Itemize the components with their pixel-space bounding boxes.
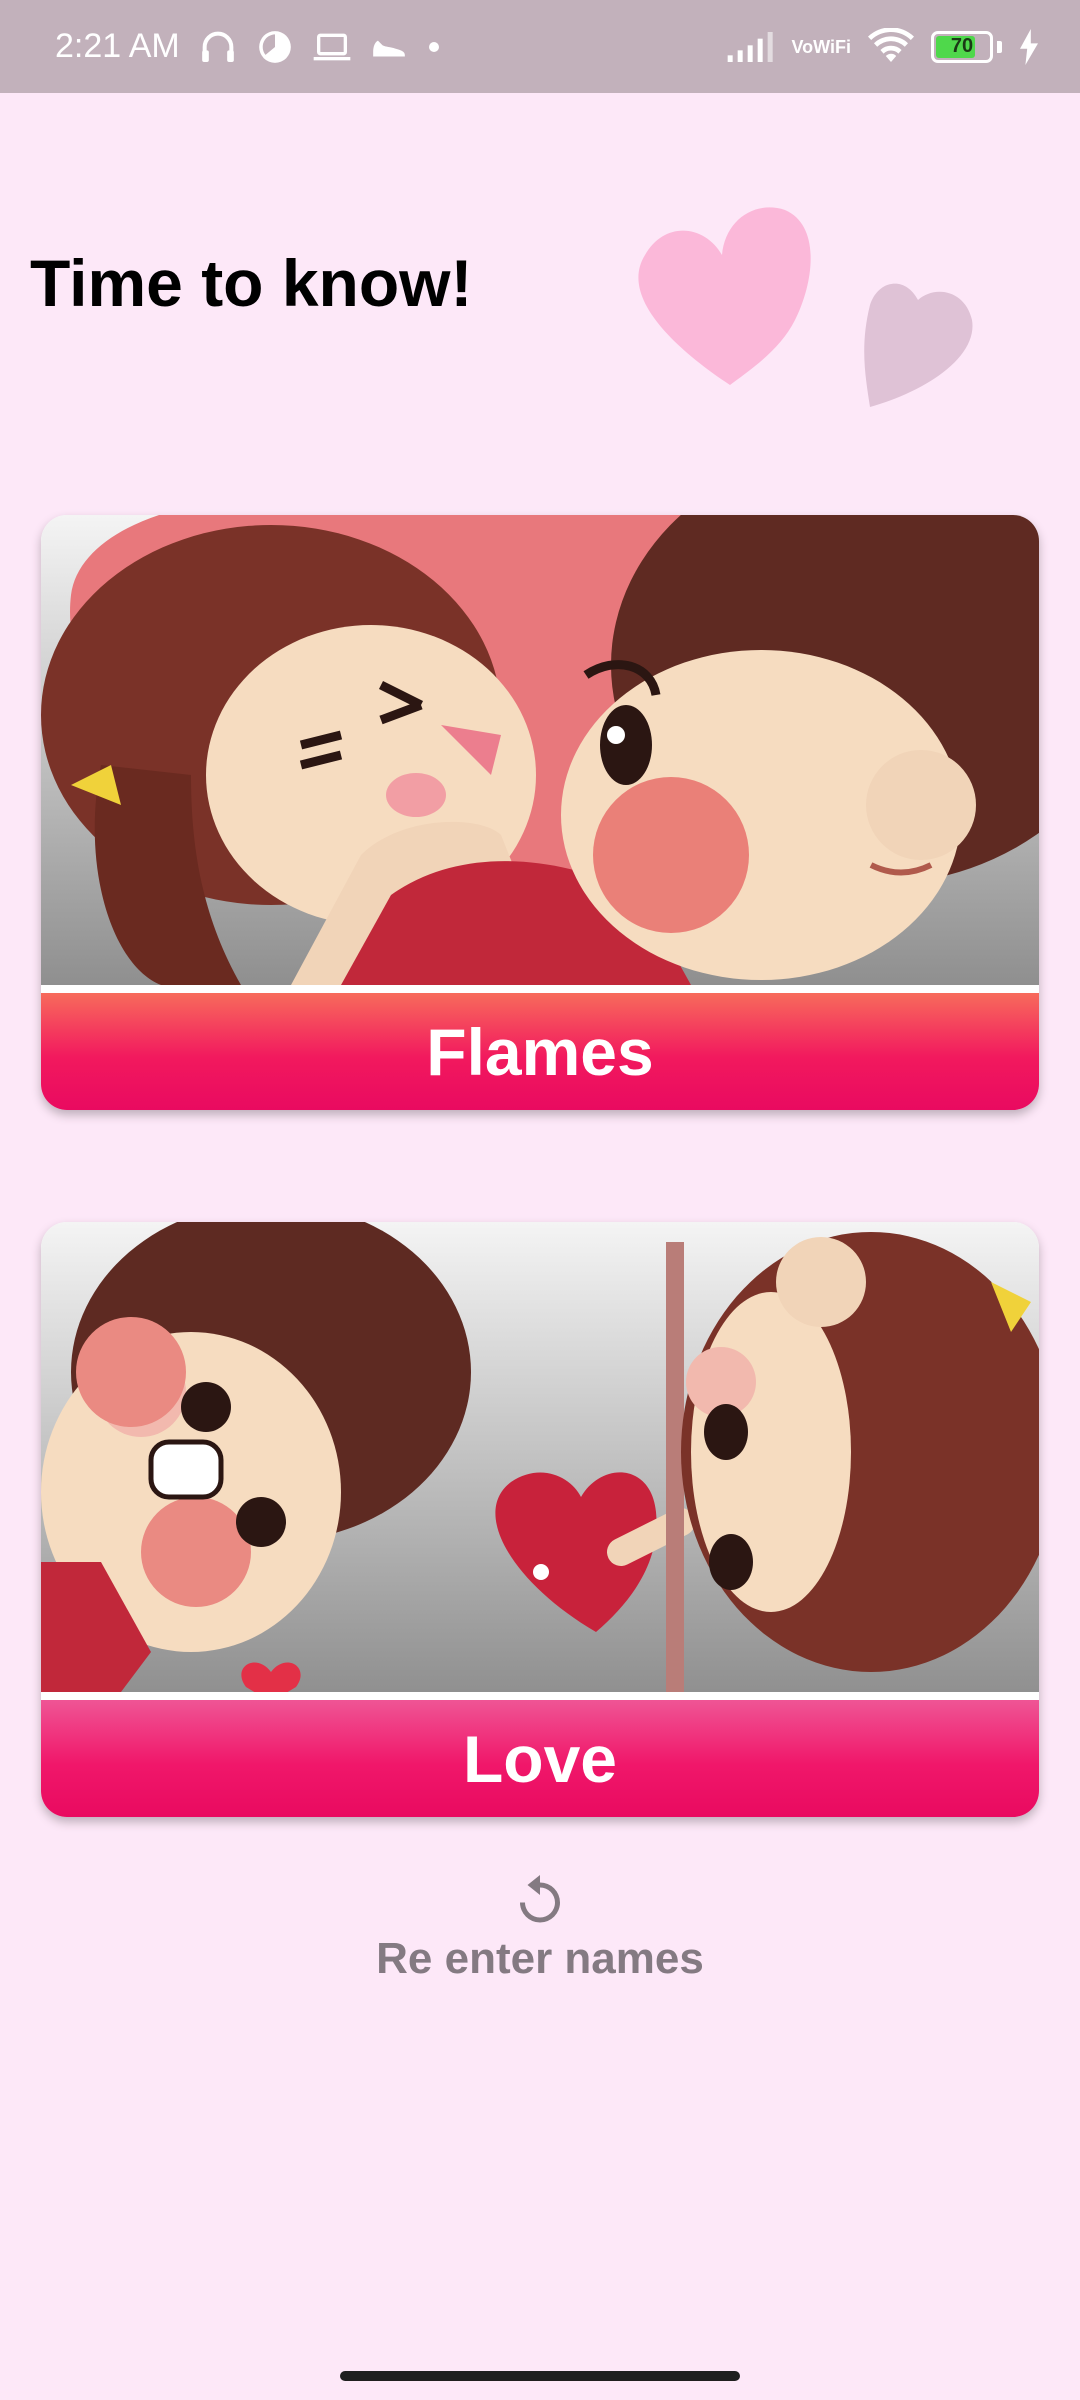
reenter-names-button[interactable]: Re enter names <box>340 1870 740 2000</box>
hearts-icon <box>638 207 973 407</box>
page-title: Time to know! <box>30 246 473 320</box>
vowifi-label: Vo WiFi <box>792 38 852 56</box>
battery-level: 70 <box>950 35 974 57</box>
home-gesture-handle[interactable] <box>340 2371 740 2381</box>
flames-card[interactable]: Flames <box>41 515 1039 1110</box>
laptop-icon <box>312 29 352 65</box>
kissing-couple-image <box>41 515 1039 985</box>
charging-icon <box>1018 28 1040 65</box>
screen: 2:21 AM Vo WiFi 70 Time to know! Flames … <box>0 0 1080 2400</box>
love-card[interactable]: Love <box>41 1222 1039 1817</box>
love-button[interactable]: Love <box>41 1700 1039 1817</box>
vowifi-bottom: WiFi <box>813 36 851 57</box>
signal-icon <box>726 29 776 65</box>
heart-gift-couple-image <box>41 1222 1039 1692</box>
refresh-icon <box>510 1870 570 1930</box>
shoe-icon <box>370 32 408 62</box>
reenter-names-label: Re enter names <box>376 1934 704 1983</box>
status-bar: 2:21 AM Vo WiFi 70 <box>0 0 1080 93</box>
status-right: Vo WiFi 70 <box>726 27 1041 66</box>
headphones-icon <box>198 27 238 67</box>
flames-illustration <box>41 515 1039 985</box>
wifi-icon <box>867 27 915 66</box>
vowifi-top: Vo <box>791 36 814 57</box>
hearts-decoration <box>630 195 1010 435</box>
data-saver-icon <box>256 28 294 66</box>
battery-icon: 70 <box>931 30 993 63</box>
flames-button[interactable]: Flames <box>41 993 1039 1110</box>
status-time: 2:21 AM <box>55 27 180 65</box>
dot-icon <box>426 39 442 55</box>
battery-tip <box>997 40 1002 53</box>
status-left: 2:21 AM <box>55 27 442 67</box>
love-illustration <box>41 1222 1039 1692</box>
